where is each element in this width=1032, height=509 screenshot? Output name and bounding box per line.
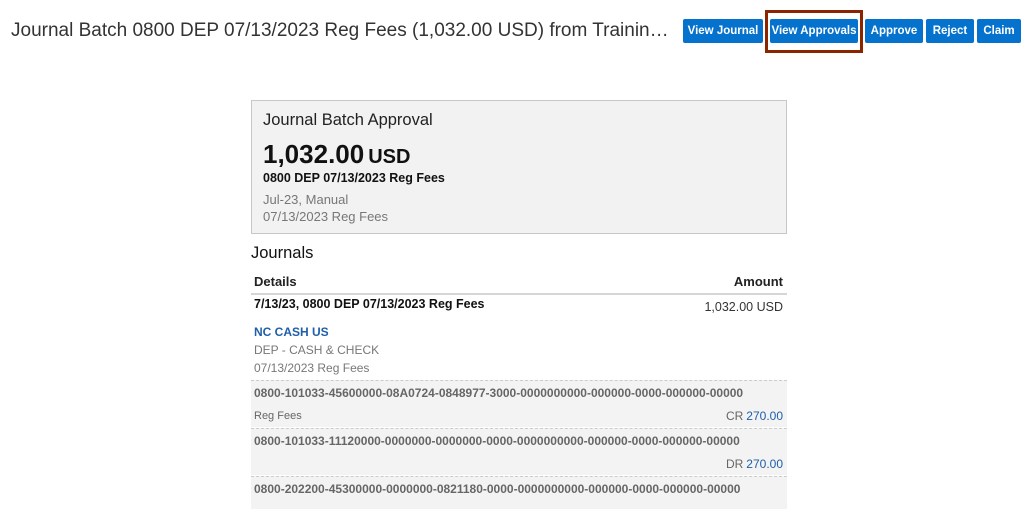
page-title: Journal Batch 0800 DEP 07/13/2023 Reg Fe…: [11, 20, 671, 41]
amount-column-header: Amount: [733, 274, 783, 289]
approve-button[interactable]: Approve: [865, 19, 923, 43]
line-amount: DR 270.00: [726, 457, 783, 471]
view-approvals-button[interactable]: View Approvals: [770, 19, 858, 43]
line-side: DR: [725, 457, 744, 471]
line-amount-value: 270.00: [746, 409, 783, 423]
journal-account-link[interactable]: NC CASH US: [254, 325, 329, 339]
line-amount-value: 270.00: [746, 457, 783, 471]
journal-line: 0800-101033-11120000-0000000-0000000-000…: [251, 428, 787, 475]
journal-row: 7/13/23, 0800 DEP 07/13/2023 Reg Fees 1,…: [251, 296, 787, 380]
page-header: Journal Batch 0800 DEP 07/13/2023 Reg Fe…: [0, 0, 1032, 62]
line-amount: [780, 505, 783, 509]
amount-currency: USD: [368, 146, 411, 168]
details-column-header: Details: [254, 274, 297, 289]
view-journal-button[interactable]: View Journal: [683, 19, 763, 43]
journals-heading: Journals: [251, 244, 314, 262]
line-amount: CR 270.00: [726, 409, 783, 423]
line-side: CR: [725, 409, 744, 423]
journal-amount: 1,032.00 USD: [704, 300, 783, 314]
card-heading: Journal Batch Approval: [263, 111, 433, 129]
amount-value: 1,032.00: [263, 139, 365, 169]
journals-table-header: Details Amount: [251, 273, 787, 295]
journal-line: 0800-202200-45300000-0000000-0821180-000…: [251, 476, 787, 509]
journal-category: DEP - CASH & CHECK: [254, 343, 380, 357]
journal-line: 0800-101033-45600000-08A0724-0848977-300…: [251, 380, 787, 427]
batch-description: 07/13/2023 Reg Fees: [263, 209, 389, 224]
period-source: Jul-23, Manual: [263, 192, 349, 207]
line-account: 0800-202200-45300000-0000000-0821180-000…: [254, 482, 741, 496]
journal-description: 07/13/2023 Reg Fees: [254, 361, 370, 375]
batch-total-amount: 1,032.00 USD: [263, 139, 410, 170]
journal-name: 7/13/23, 0800 DEP 07/13/2023 Reg Fees: [254, 297, 485, 311]
batch-name: 0800 DEP 07/13/2023 Reg Fees: [263, 171, 445, 185]
line-account: 0800-101033-45600000-08A0724-0848977-300…: [254, 386, 744, 400]
line-account: 0800-101033-11120000-0000000-0000000-000…: [254, 434, 740, 448]
claim-button[interactable]: Claim: [977, 19, 1021, 43]
approval-summary-card: Journal Batch Approval 1,032.00 USD 0800 …: [251, 100, 787, 234]
line-description: Reg Fees: [254, 410, 302, 422]
reject-button[interactable]: Reject: [926, 19, 974, 43]
